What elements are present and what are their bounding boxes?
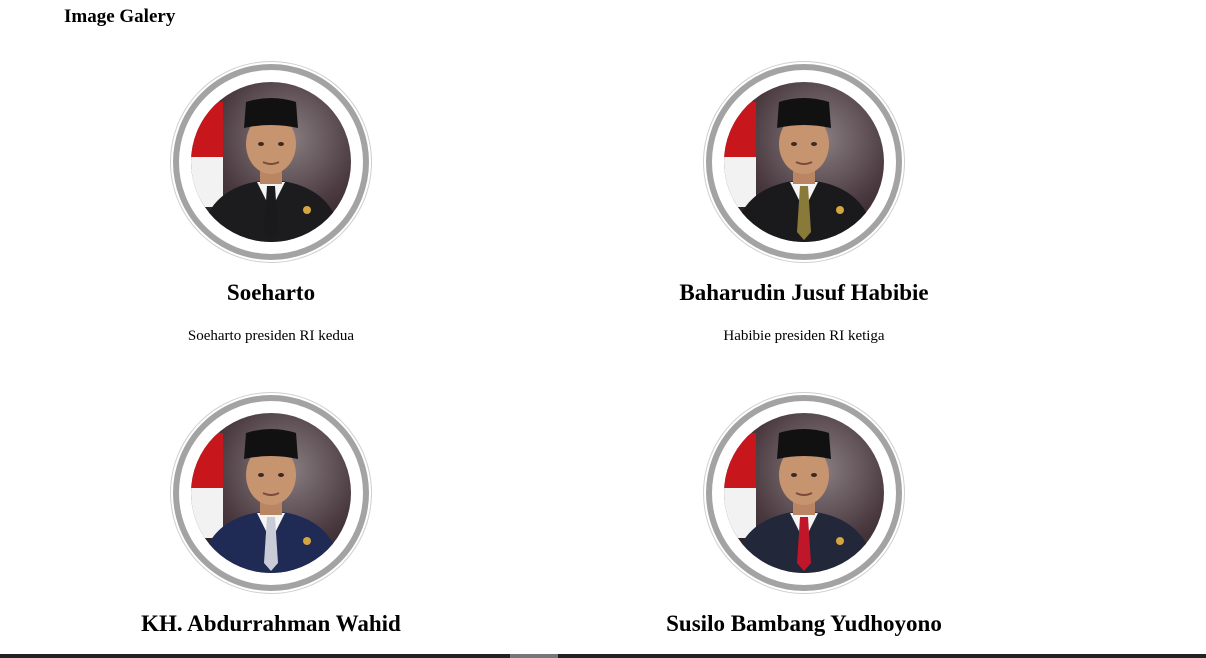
portrait-frame xyxy=(171,393,371,593)
portrait-frame xyxy=(171,62,371,262)
portrait-image[interactable] xyxy=(191,82,351,242)
gallery-description: Soeharto presiden RI kedua xyxy=(187,328,355,344)
portrait-image[interactable] xyxy=(191,413,351,573)
horizontal-scrollbar[interactable] xyxy=(0,654,1206,658)
scrollbar-thumb[interactable] xyxy=(510,654,558,658)
gallery-name: Baharudin Jusuf Habibie xyxy=(679,280,929,305)
gallery-name: KH. Abdurrahman Wahid xyxy=(141,611,401,636)
portrait-frame xyxy=(704,393,904,593)
portrait-image[interactable] xyxy=(724,413,884,573)
page-title: Image Galery xyxy=(64,6,176,27)
gallery-description: Habibie presiden RI ketiga xyxy=(723,328,885,344)
portrait-image[interactable] xyxy=(724,82,884,242)
portrait-frame xyxy=(704,62,904,262)
gallery-name: Susilo Bambang Yudhoyono xyxy=(666,611,942,636)
gallery-name: Soeharto xyxy=(226,280,316,305)
